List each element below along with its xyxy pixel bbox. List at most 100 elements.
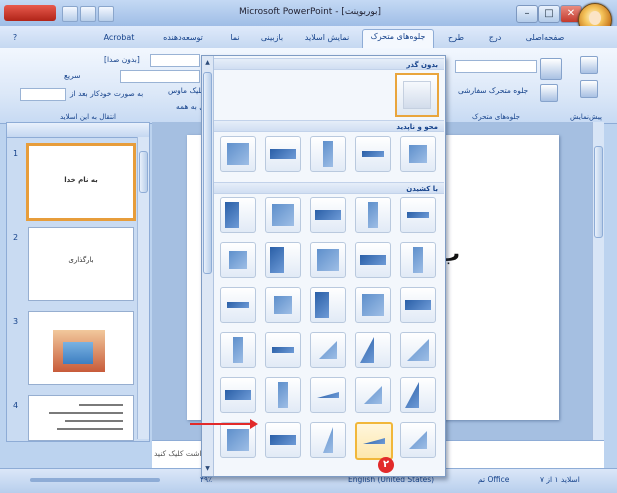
maximize-button[interactable]: □ xyxy=(538,5,560,23)
transition-effect-icon xyxy=(317,249,339,271)
gallery-scrollbar[interactable]: ▲ ▼ xyxy=(202,56,214,476)
slide-number: 2 xyxy=(13,233,19,242)
transition-effect-icon xyxy=(409,145,427,163)
transition-tile-r5-c4[interactable] xyxy=(355,332,391,368)
transition-sound-select[interactable] xyxy=(150,54,200,67)
animate-select[interactable] xyxy=(455,60,537,73)
undo-icon[interactable] xyxy=(80,6,96,22)
transition-effect-icon xyxy=(227,429,249,451)
transition-effect-icon xyxy=(405,382,419,408)
transition-tile-r7-c3[interactable] xyxy=(310,422,346,458)
tab-home[interactable]: صفحه‌اصلی xyxy=(520,31,570,45)
tab-insert[interactable]: درج xyxy=(478,31,512,45)
transition-tile-r1-c5[interactable] xyxy=(400,136,436,172)
slides-scrollbar-thumb[interactable] xyxy=(139,151,148,193)
transition-tile-r7-c4[interactable] xyxy=(355,422,393,460)
transition-speed-label: سریع xyxy=(64,71,81,80)
gallery-scrollbar-thumb[interactable] xyxy=(203,72,212,274)
transition-tile-r5-c5[interactable] xyxy=(400,332,436,368)
tab-animations[interactable]: جلوه‌های متحرک xyxy=(362,29,434,49)
custom-animation-label[interactable]: جلوه متحرک سفارشی xyxy=(458,86,528,95)
transition-tile-r1-c3[interactable] xyxy=(310,136,346,172)
transition-tile-r1-c1[interactable] xyxy=(220,136,256,172)
scroll-up-icon[interactable]: ▲ xyxy=(203,58,212,67)
transition-tile-r6-c5[interactable] xyxy=(400,377,436,413)
transition-tile-r4-c1[interactable] xyxy=(220,287,256,323)
transition-tile-r4-c3[interactable] xyxy=(310,287,346,323)
section-wipes: با کشیدن xyxy=(214,182,444,194)
transition-tile-r4-c5[interactable] xyxy=(400,287,436,323)
tab-view[interactable]: نما xyxy=(222,31,248,45)
transition-tile-r1-c2[interactable] xyxy=(265,136,301,172)
transition-speed-select[interactable] xyxy=(120,70,200,83)
slide-text-line xyxy=(65,420,123,422)
transition-tile-r5-c2[interactable] xyxy=(265,332,301,368)
slide-thumbnail-2[interactable]: بارگذاری xyxy=(28,227,134,301)
transition-effect-icon xyxy=(270,435,296,445)
transition-effect-icon xyxy=(227,302,249,308)
transition-effect-icon xyxy=(413,247,423,273)
transition-tile-r3-c4[interactable] xyxy=(355,242,391,278)
transition-tile-r6-c3[interactable] xyxy=(310,377,346,413)
transition-effect-icon xyxy=(364,386,382,404)
auto-after-input[interactable] xyxy=(20,88,66,101)
preview-icon[interactable] xyxy=(580,56,598,74)
editor-scrollbar[interactable] xyxy=(592,122,604,440)
transition-tile-r6-c2[interactable] xyxy=(265,377,301,413)
help-icon[interactable]: ? xyxy=(8,31,22,45)
transition-effect-icon xyxy=(315,210,341,220)
slides-panel-tabs[interactable] xyxy=(7,123,149,138)
transition-tile-r3-c3[interactable] xyxy=(310,242,346,278)
transition-tile-r2-c5[interactable] xyxy=(400,197,436,233)
transition-tile-r2-c3[interactable] xyxy=(310,197,346,233)
transition-tile-r2-c2[interactable] xyxy=(265,197,301,233)
transition-tile-r3-c2[interactable] xyxy=(265,242,301,278)
no-transition-tile[interactable] xyxy=(395,73,439,117)
animate-icon[interactable] xyxy=(540,58,562,80)
window-title: Microsoft PowerPoint - [بوربوینت] xyxy=(238,7,382,17)
transition-effect-icon xyxy=(229,251,247,269)
zoom-slider[interactable] xyxy=(30,478,160,482)
transition-effect-icon xyxy=(407,212,429,218)
quick-access-toolbar[interactable] xyxy=(4,5,56,21)
tab-design[interactable]: طرح xyxy=(440,31,472,45)
redo-icon[interactable] xyxy=(98,6,114,22)
transition-tile-r4-c4[interactable] xyxy=(355,287,391,323)
scroll-down-icon[interactable]: ▼ xyxy=(203,464,212,473)
editor-scrollbar-thumb[interactable] xyxy=(594,146,603,238)
transition-tile-r2-c4[interactable] xyxy=(355,197,391,233)
tab-slideshow[interactable]: نمایش اسلاید xyxy=(296,31,358,45)
transition-tile-r5-c3[interactable] xyxy=(310,332,346,368)
slides-scrollbar[interactable] xyxy=(137,137,149,439)
transition-tile-r7-c2[interactable] xyxy=(265,422,301,458)
slide-thumbnail-3[interactable] xyxy=(28,311,134,385)
slide-thumbnail-4[interactable] xyxy=(28,395,134,441)
transition-effect-icon xyxy=(270,149,296,159)
tab-developer[interactable]: توسعه‌دهنده xyxy=(148,31,218,45)
transition-tile-r3-c1[interactable] xyxy=(220,242,256,278)
group-label-animations: جلوه‌های متحرک xyxy=(472,113,520,121)
tab-acrobat[interactable]: Acrobat xyxy=(96,31,142,45)
transition-tile-r6-c4[interactable] xyxy=(355,377,391,413)
save-icon[interactable] xyxy=(62,6,78,22)
transition-tile-r4-c2[interactable] xyxy=(265,287,301,323)
minimize-button[interactable]: – xyxy=(516,5,538,23)
transition-tile-r5-c1[interactable] xyxy=(220,332,256,368)
transition-effect-icon xyxy=(278,382,288,408)
transition-sound-label: [بدون صدا] xyxy=(104,55,140,64)
slide-thumbnail-1[interactable]: به نام خدا xyxy=(26,143,136,221)
transition-effect-icon xyxy=(360,255,386,265)
transition-effect-icon xyxy=(407,339,429,361)
section-no-transition: بدون گذر xyxy=(214,58,444,70)
transition-tile-r3-c5[interactable] xyxy=(400,242,436,278)
transition-tile-r1-c4[interactable] xyxy=(355,136,391,172)
transition-tile-r7-c5[interactable] xyxy=(400,422,436,458)
slide-thumbnail-title: بارگذاری xyxy=(68,256,94,264)
transition-effect-icon xyxy=(323,141,333,167)
custom-animation-icon[interactable] xyxy=(540,84,558,102)
slide-icon[interactable] xyxy=(580,80,598,98)
slide-text-line xyxy=(79,404,123,406)
transition-tile-r2-c1[interactable] xyxy=(220,197,256,233)
tab-review[interactable]: بازبینی xyxy=(252,31,292,45)
transition-tile-r6-c1[interactable] xyxy=(220,377,256,413)
